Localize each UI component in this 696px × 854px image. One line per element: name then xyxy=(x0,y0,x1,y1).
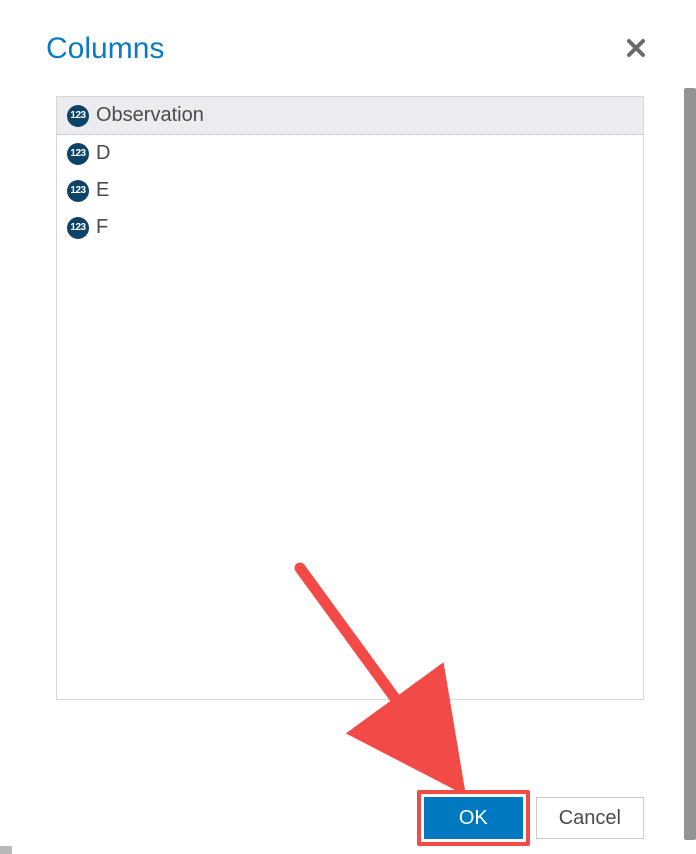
dialog-header: Columns xyxy=(12,0,684,90)
list-item-label: D xyxy=(96,142,110,165)
scrollbar-vertical[interactable] xyxy=(684,88,696,840)
list-item[interactable]: 123 E xyxy=(57,172,643,209)
list-item-label: F xyxy=(96,216,108,239)
dialog-title: Columns xyxy=(46,32,164,66)
list-item[interactable]: 123 Observation xyxy=(57,97,643,135)
numeric-icon: 123 xyxy=(67,143,89,165)
numeric-icon: 123 xyxy=(67,105,89,127)
column-list: 123 Observation 123 D 123 E 123 F xyxy=(56,96,644,700)
list-item[interactable]: 123 F xyxy=(57,209,643,246)
close-icon[interactable] xyxy=(622,35,650,63)
ok-button[interactable]: OK xyxy=(424,797,523,839)
annotation-highlight: OK xyxy=(417,790,530,846)
list-item-label: Observation xyxy=(96,104,204,127)
numeric-icon: 123 xyxy=(67,180,89,202)
list-item[interactable]: 123 D xyxy=(57,135,643,172)
cancel-button[interactable]: Cancel xyxy=(536,797,644,839)
columns-dialog: Columns 123 Observation 123 D 123 E 123 … xyxy=(12,0,684,854)
numeric-icon: 123 xyxy=(67,217,89,239)
button-row: OK Cancel xyxy=(417,790,644,846)
list-item-label: E xyxy=(96,179,109,202)
